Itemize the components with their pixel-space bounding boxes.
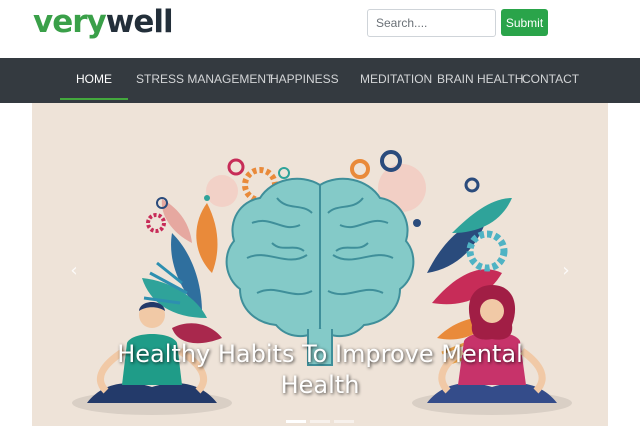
carousel-next-button[interactable]: ›: [556, 259, 576, 283]
carousel-prev-button[interactable]: ‹: [64, 259, 84, 283]
search-input[interactable]: [367, 9, 496, 37]
main-navbar: HOME STRESS MANAGEMENT HAPPINESS MEDITAT…: [0, 58, 640, 103]
brain-illustration: [225, 177, 415, 366]
gear-icon: [146, 213, 166, 233]
brand-logo[interactable]: verywell: [33, 2, 174, 42]
nav-item-meditation[interactable]: MEDITATION: [360, 58, 432, 100]
gear-icon: [466, 230, 508, 272]
brand-logo-part-very: very: [33, 4, 107, 40]
brand-logo-part-well: well: [105, 4, 174, 40]
carousel-indicator-1[interactable]: [286, 420, 306, 423]
carousel-caption: Healthy Habits To Improve Mental Health: [117, 340, 523, 399]
carousel-indicators: [286, 420, 358, 424]
carousel-indicator-2[interactable]: [310, 420, 330, 423]
site-header: verywell Submit: [0, 0, 640, 58]
chevron-left-icon: ‹: [70, 260, 78, 281]
chevron-right-icon: ›: [562, 260, 570, 281]
carousel-indicator-3[interactable]: [334, 420, 354, 423]
nav-item-stress-management[interactable]: STRESS MANAGEMENT: [136, 58, 273, 100]
nav-item-contact[interactable]: CONTACT: [522, 58, 579, 100]
hero-carousel: ‹ › Healthy Habits To Improve Mental Hea…: [32, 103, 608, 426]
submit-button[interactable]: Submit: [501, 9, 548, 36]
nav-item-home[interactable]: HOME: [60, 58, 128, 100]
gear-icon: [350, 159, 370, 179]
nav-item-brain-health[interactable]: BRAIN HEALTH: [437, 58, 523, 100]
nav-item-happiness[interactable]: HAPPINESS: [270, 58, 339, 100]
gear-icon: [227, 158, 245, 176]
